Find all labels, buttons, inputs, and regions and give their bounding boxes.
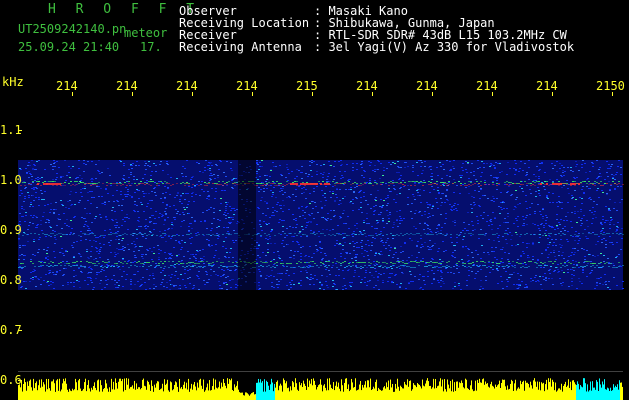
x-tick-label: 214 (176, 79, 198, 93)
x-tick-label: 214 (476, 79, 498, 93)
y-tick-label: 0.6 (0, 373, 22, 387)
y-tick-label: 0.8 (0, 273, 22, 287)
x-tick-label: 2150 (596, 79, 625, 93)
spectrum-noise (18, 160, 624, 290)
x-tick-label: 214 (356, 79, 378, 93)
x-tick-label: 215 (296, 79, 318, 93)
y-axis-unit: kHz (2, 75, 24, 89)
x-tick-label: 214 (56, 79, 78, 93)
y-tick-label: 0.9 (0, 223, 22, 237)
x-tick-label: 214 (236, 79, 258, 93)
x-tick-label: 214 (416, 79, 438, 93)
x-tick-label: 214 (536, 79, 558, 93)
baseline-line (18, 371, 623, 372)
spectrogram-plot (18, 92, 624, 400)
y-tick-label: 0.7 (0, 323, 22, 337)
y-tick-label: 1.1 (0, 123, 22, 137)
y-tick-label: 1.0 (0, 173, 22, 187)
level-bars (18, 378, 623, 400)
x-tick-label: 214 (116, 79, 138, 93)
